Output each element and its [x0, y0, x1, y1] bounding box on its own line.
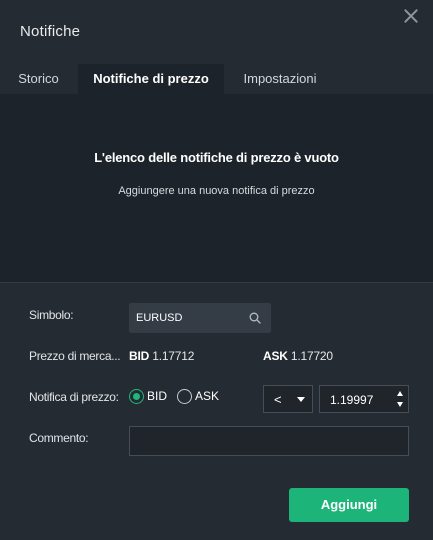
tab-settings[interactable]: Impostazioni: [226, 64, 334, 94]
tab-storico[interactable]: Storico: [0, 64, 77, 94]
ask-label: ASK: [263, 349, 288, 363]
bid-radio-label[interactable]: BID: [147, 389, 167, 403]
bid-label: BID: [129, 349, 150, 363]
ask-value: 1.17720: [290, 349, 333, 363]
notifications-dialog: Notifiche Storico Notifiche di prezzo Im…: [0, 0, 433, 540]
bid-price: BID 1.17712: [129, 349, 194, 363]
symbol-search-field[interactable]: EURUSD: [129, 303, 271, 333]
condition-value: <: [274, 392, 282, 407]
ask-radio-label[interactable]: ASK: [195, 389, 219, 403]
market-price-label: Prezzo di merca...: [29, 349, 121, 363]
ask-radio[interactable]: [177, 389, 192, 404]
alerts-list-panel: L'elenco delle notifiche di prezzo è vuo…: [0, 94, 433, 282]
decrement-icon[interactable]: [397, 402, 403, 407]
empty-state-title: L'elenco delle notifiche di prezzo è vuo…: [94, 150, 339, 165]
increment-icon[interactable]: [397, 391, 403, 396]
bid-value: 1.17712: [152, 349, 195, 363]
empty-state-subtitle: Aggiungere una nuova notifica di prezzo: [118, 185, 315, 197]
comment-field[interactable]: [129, 426, 409, 456]
bid-radio[interactable]: [129, 389, 144, 404]
symbol-value: EURUSD: [136, 312, 183, 324]
tab-bar: Storico Notifiche di prezzo Impostazioni: [0, 64, 433, 94]
condition-select[interactable]: <: [263, 385, 313, 413]
add-button[interactable]: Aggiungi: [289, 488, 409, 522]
price-stepper-value: 1.19997: [330, 393, 374, 407]
comment-label: Commento:: [29, 431, 89, 445]
symbol-label: Simbolo:: [29, 308, 74, 322]
ask-price: ASK 1.17720: [263, 349, 333, 363]
price-stepper[interactable]: 1.19997: [319, 385, 409, 413]
close-icon[interactable]: [402, 7, 420, 25]
tab-price-alerts[interactable]: Notifiche di prezzo: [78, 64, 224, 94]
dialog-title: Notifiche: [20, 23, 81, 40]
price-alert-label: Notifica di prezzo:: [29, 390, 119, 404]
divider: [0, 282, 433, 283]
search-icon[interactable]: [249, 312, 261, 324]
chevron-down-icon: [297, 397, 305, 402]
